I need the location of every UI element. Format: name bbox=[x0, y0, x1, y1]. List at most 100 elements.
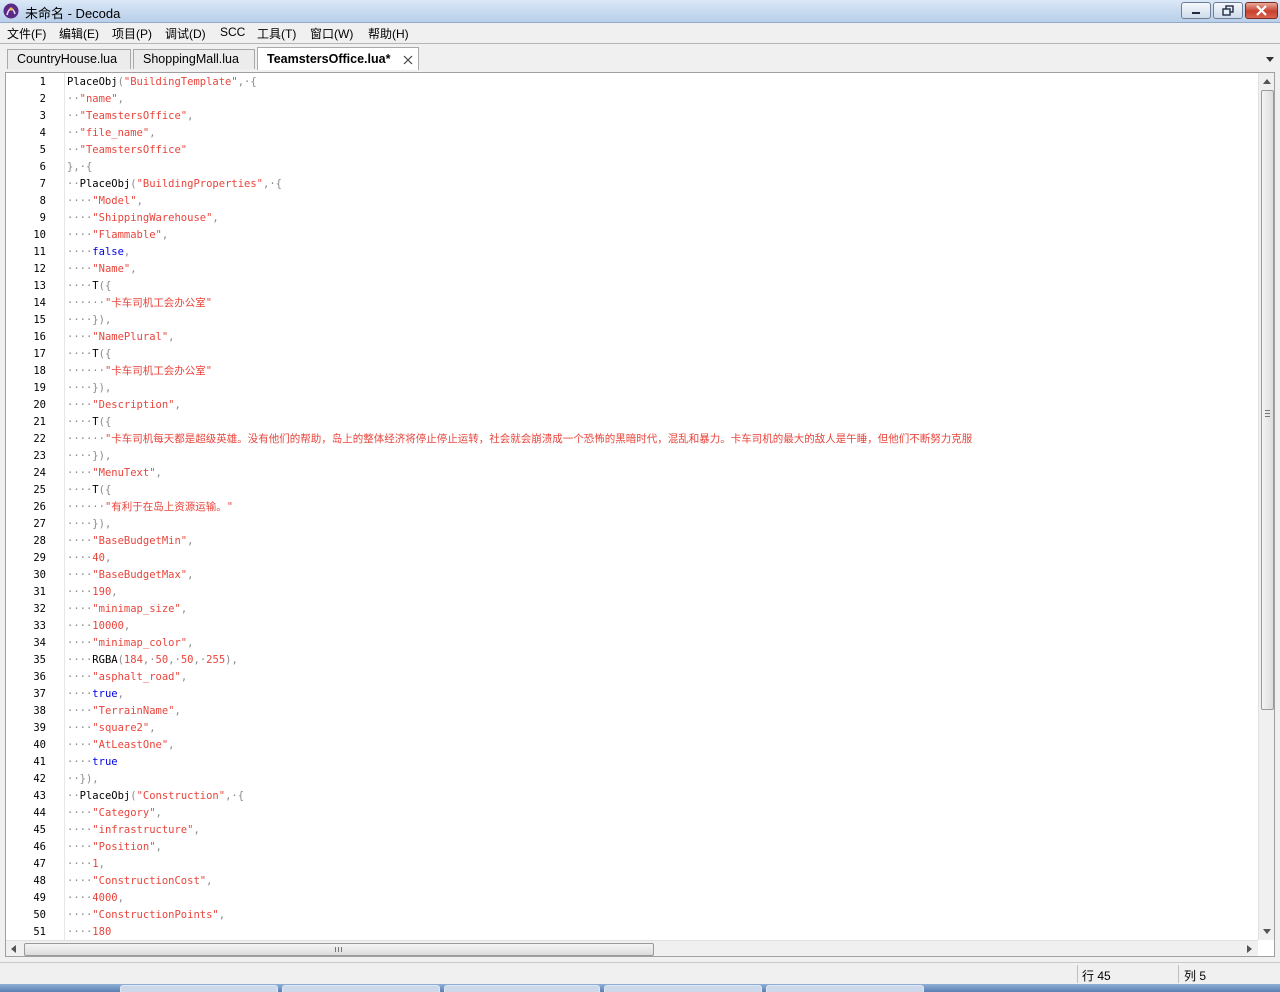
code-token: , bbox=[174, 705, 181, 717]
line-number: 44 bbox=[33, 807, 46, 819]
code-token: , bbox=[104, 552, 112, 564]
code-line[interactable]: ····40, bbox=[67, 550, 111, 567]
menu-scc[interactable]: SCC bbox=[220, 24, 245, 40]
code-token: }), bbox=[92, 450, 112, 462]
code-line[interactable]: ··"name", bbox=[67, 91, 124, 108]
code-line[interactable]: ····"ConstructionPoints", bbox=[67, 907, 225, 924]
code-line[interactable]: ····"Name", bbox=[67, 261, 137, 278]
code-line[interactable]: ····4000, bbox=[67, 890, 124, 907]
tab-teamstersoffice[interactable]: TeamstersOffice.lua* bbox=[257, 47, 419, 70]
code-line[interactable]: ····"BaseBudgetMax", bbox=[67, 567, 193, 584]
horizontal-scrollbar[interactable] bbox=[6, 940, 1258, 956]
minimize-button[interactable] bbox=[1181, 2, 1211, 19]
scroll-left-icon[interactable] bbox=[11, 945, 16, 953]
code-line[interactable]: ····false, bbox=[67, 244, 130, 261]
menu-help[interactable]: 帮助(H) bbox=[368, 24, 409, 43]
code-editor[interactable]: 1 2 3 4 5 6 7 8 9 10 11 12 13 14 15 16 17 18 19 20 21 22 23 24 2… bbox=[5, 72, 1275, 957]
code-token: "minimap_color" bbox=[92, 637, 188, 649]
code-line[interactable]: ······"卡车司机工会办公室" bbox=[67, 295, 212, 312]
line-number: 8 bbox=[39, 195, 46, 207]
code-line[interactable]: ····T({ bbox=[67, 346, 111, 363]
code-line[interactable]: ··PlaceObj("Construction",·{ bbox=[67, 788, 244, 805]
taskbar-button[interactable] bbox=[282, 985, 440, 992]
restore-button[interactable] bbox=[1213, 2, 1243, 19]
close-window-button[interactable] bbox=[1245, 2, 1278, 19]
menu-debug[interactable]: 调试(D) bbox=[165, 24, 206, 43]
taskbar-button[interactable] bbox=[444, 985, 600, 992]
code-line[interactable]: ····"MenuText", bbox=[67, 465, 162, 482]
code-line[interactable]: ····"asphalt_road", bbox=[67, 669, 187, 686]
code-line[interactable]: PlaceObj("BuildingTemplate",·{ bbox=[67, 74, 257, 91]
code-line[interactable]: },·{ bbox=[67, 159, 92, 176]
code-line[interactable]: ····"BaseBudgetMin", bbox=[67, 533, 193, 550]
code-text-area[interactable]: PlaceObj("BuildingTemplate",·{··"name", ·… bbox=[64, 73, 1259, 940]
code-token: 10000 bbox=[92, 620, 124, 632]
code-line[interactable]: ····"minimap_color", bbox=[67, 635, 193, 652]
line-number: 19 bbox=[33, 382, 46, 394]
code-line[interactable]: ····true, bbox=[67, 686, 124, 703]
code-line[interactable]: ····"AtLeastOne", bbox=[67, 737, 174, 754]
code-line[interactable]: ····RGBA(184,·50,·50,·255), bbox=[67, 652, 238, 669]
code-line[interactable]: ····"Category", bbox=[67, 805, 162, 822]
code-line[interactable]: ····T({ bbox=[67, 414, 111, 431]
line-number: 35 bbox=[33, 654, 46, 666]
taskbar-button[interactable] bbox=[604, 985, 762, 992]
taskbar-button[interactable] bbox=[766, 985, 924, 992]
menu-edit[interactable]: 编辑(E) bbox=[59, 24, 99, 43]
code-line[interactable]: ····"Model", bbox=[67, 193, 143, 210]
horizontal-scroll-thumb[interactable] bbox=[24, 943, 654, 956]
code-line[interactable]: ····"infrastructure", bbox=[67, 822, 200, 839]
code-line[interactable]: ····T({ bbox=[67, 482, 111, 499]
code-line[interactable]: ····}), bbox=[67, 380, 111, 397]
code-line[interactable]: ····}), bbox=[67, 448, 111, 465]
tab-shoppingmall[interactable]: ShoppingMall.lua bbox=[133, 49, 255, 69]
code-line[interactable]: ····"minimap_size", bbox=[67, 601, 187, 618]
vertical-scroll-thumb[interactable] bbox=[1261, 90, 1274, 710]
line-number: 34 bbox=[33, 637, 46, 649]
code-line[interactable]: ······"有利于在岛上资源运输。" bbox=[67, 499, 233, 516]
taskbar-button[interactable] bbox=[120, 985, 278, 992]
code-line[interactable]: ····"Position", bbox=[67, 839, 162, 856]
code-line[interactable]: ····"ShippingWarehouse", bbox=[67, 210, 219, 227]
code-line[interactable]: ····"NamePlural", bbox=[67, 329, 174, 346]
code-line[interactable]: ····10000, bbox=[67, 618, 130, 635]
menu-project[interactable]: 项目(P) bbox=[112, 24, 152, 43]
code-token: , bbox=[218, 909, 226, 921]
menu-file[interactable]: 文件(F) bbox=[7, 24, 46, 43]
line-number: 22 bbox=[33, 433, 46, 445]
scroll-right-icon[interactable] bbox=[1247, 945, 1252, 953]
scroll-up-icon[interactable] bbox=[1263, 79, 1271, 84]
code-line[interactable]: ··"TeamstersOffice", bbox=[67, 108, 193, 125]
code-line[interactable]: ······"卡车司机每天都是超级英雄。没有他们的帮助，岛上的整体经济将停止停止… bbox=[67, 431, 972, 448]
code-line[interactable]: ··PlaceObj("BuildingProperties",·{ bbox=[67, 176, 282, 193]
code-line[interactable]: ····"square2", bbox=[67, 720, 156, 737]
indent-whitespace: ···· bbox=[67, 705, 93, 717]
scroll-down-icon[interactable] bbox=[1263, 929, 1271, 934]
vertical-scrollbar[interactable] bbox=[1258, 73, 1274, 940]
code-line[interactable]: ····190, bbox=[67, 584, 118, 601]
code-line[interactable]: ····"TerrainName", bbox=[67, 703, 181, 720]
code-line[interactable]: ····T({ bbox=[67, 278, 111, 295]
code-line[interactable]: ····"Description", bbox=[67, 397, 181, 414]
tab-countryhouse[interactable]: CountryHouse.lua bbox=[7, 49, 131, 69]
code-line[interactable]: ····"ConstructionCost", bbox=[67, 873, 212, 890]
code-line[interactable]: ····1, bbox=[67, 856, 105, 873]
code-line[interactable]: ····}), bbox=[67, 516, 111, 533]
code-token: 40 bbox=[92, 552, 105, 564]
code-line[interactable]: ··"file_name", bbox=[67, 125, 156, 142]
code-line[interactable]: ····180 bbox=[67, 924, 111, 940]
code-token: "BuildingProperties" bbox=[136, 178, 263, 190]
code-line[interactable]: ··"TeamstersOffice" bbox=[67, 142, 187, 159]
code-line[interactable]: ····true bbox=[67, 754, 118, 771]
code-line[interactable]: ····}), bbox=[67, 312, 111, 329]
code-line[interactable]: ····"Flammable", bbox=[67, 227, 168, 244]
line-number: 21 bbox=[33, 416, 46, 428]
tab-list-dropdown-icon[interactable] bbox=[1266, 57, 1274, 62]
menu-window[interactable]: 窗口(W) bbox=[310, 24, 353, 43]
code-line[interactable]: ··}), bbox=[67, 771, 99, 788]
indent-whitespace: ···· bbox=[67, 603, 93, 615]
menu-tools[interactable]: 工具(T) bbox=[257, 24, 296, 43]
close-tab-icon[interactable] bbox=[403, 55, 413, 65]
code-token: , bbox=[187, 535, 194, 547]
code-line[interactable]: ······"卡车司机工会办公室" bbox=[67, 363, 212, 380]
